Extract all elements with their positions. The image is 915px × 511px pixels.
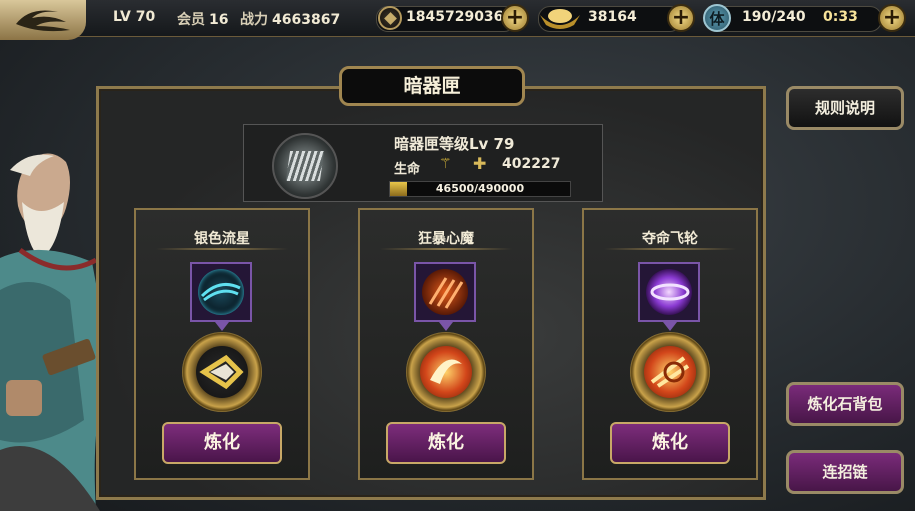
hp-value: 402227 <box>502 156 561 172</box>
panel-title: 暗器匣 <box>339 66 525 106</box>
frenzy-demon-skill-icon[interactable] <box>414 262 476 322</box>
stamina-icon: 体 <box>703 4 731 32</box>
hp-up-icon: ⚚ <box>439 156 452 172</box>
weapon-card-frenzy-demon: 狂暴心魔 炼化 <box>358 208 534 480</box>
box-exp-bar: 46500/490000 <box>389 181 571 197</box>
deadly-wheel-medal-icon <box>630 332 710 412</box>
combat-power: 战力 4663867 <box>240 9 340 29</box>
coin-amount: 1845729036 <box>406 9 504 25</box>
combo-chain-button[interactable]: 连招链 <box>786 450 904 494</box>
silver-meteor-medal-icon <box>182 332 262 412</box>
weapon-name: 银色流星 <box>194 231 250 247</box>
refine-stone-bag-button[interactable]: 炼化石背包 <box>786 382 904 426</box>
refine-button-frenzy-demon[interactable]: 炼化 <box>386 422 506 464</box>
add-stamina-button[interactable]: + <box>878 4 906 32</box>
vip-label: 会员 <box>177 12 205 28</box>
power-value: 4663867 <box>272 12 341 28</box>
refine-button-silver-meteor[interactable]: 炼化 <box>162 422 282 464</box>
hp-plus-icon: ✚ <box>473 154 487 173</box>
deadly-wheel-skill-icon[interactable] <box>638 262 700 322</box>
refine-button-deadly-wheel[interactable]: 炼化 <box>610 422 730 464</box>
swirl-logo-icon <box>16 10 70 32</box>
add-coins-button[interactable]: + <box>501 4 529 32</box>
vip-level: 会员 16 <box>177 9 228 29</box>
coin-icon <box>378 6 402 30</box>
add-ingots-button[interactable]: + <box>667 4 695 32</box>
logo-button[interactable] <box>0 0 86 40</box>
weapon-card-deadly-wheel: 夺命飞轮 炼化 <box>582 208 758 480</box>
top-status-bar: LV 70 会员 16 战力 4663867 1845729036 + 38164 … <box>0 0 915 40</box>
stamina-timer: 0:33 <box>823 9 858 25</box>
vip-value: 16 <box>209 12 229 28</box>
frenzy-demon-medal-icon <box>406 332 486 412</box>
hp-label: 生命 <box>394 162 421 177</box>
box-info: 暗器匣等级Lv 79 生命 ⚚ ✚ 402227 46500/490000 <box>243 124 603 202</box>
weapon-name: 狂暴心魔 <box>418 231 474 247</box>
gold-ingot-icon <box>540 9 580 29</box>
rules-button[interactable]: 规则说明 <box>786 86 904 130</box>
power-label: 战力 <box>240 12 268 28</box>
box-exp-text: 46500/490000 <box>435 182 525 195</box>
weapon-name: 夺命飞轮 <box>642 231 698 247</box>
silver-meteor-skill-icon[interactable] <box>190 262 252 322</box>
hidden-weapon-box-icon <box>272 133 338 199</box>
ingot-amount: 38164 <box>588 9 637 25</box>
weapon-card-silver-meteor: 银色流星 炼化 <box>134 208 310 480</box>
stamina-amount: 190/240 <box>742 9 806 25</box>
player-level: LV 70 <box>113 9 156 25</box>
box-level-text: 暗器匣等级Lv 79 <box>394 135 515 153</box>
